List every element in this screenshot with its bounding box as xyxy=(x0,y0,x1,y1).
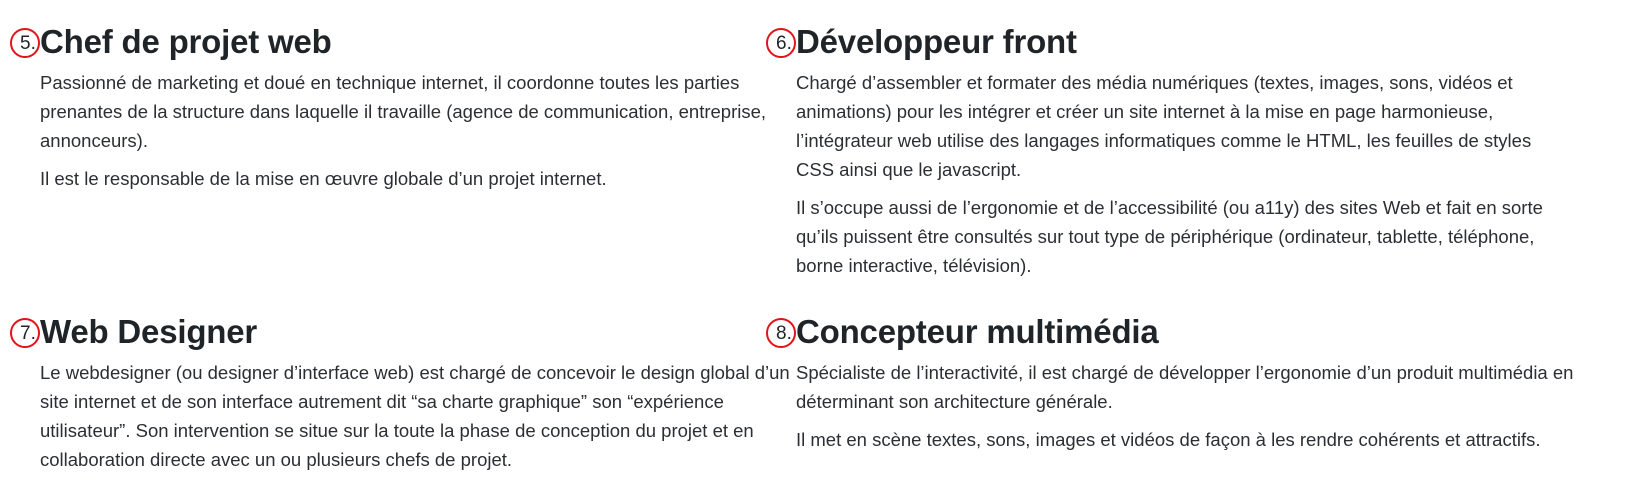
section-paragraph: Passionné de marketing et doué en techni… xyxy=(40,72,767,151)
section-heading: 8. Concepteur multimédia xyxy=(766,310,1576,358)
section-title: Web Designer xyxy=(40,313,258,350)
job-section-web-designer: 7. Web Designer Le webdesigner (ou desig… xyxy=(10,310,800,483)
job-grid: 5. Chef de projet web Passionné de marke… xyxy=(0,0,1638,501)
section-heading: 7. Web Designer xyxy=(10,310,800,358)
section-number: 8. xyxy=(776,323,792,344)
section-paragraph: Chargé d’assembler et formater des média… xyxy=(796,72,1532,180)
section-title: Développeur front xyxy=(796,23,1077,60)
section-paragraph: Le webdesigner (ou designer d’interface … xyxy=(40,362,790,470)
job-section-developpeur-front: 6. Développeur front Chargé d’assembler … xyxy=(766,20,1566,289)
section-number: 5. xyxy=(20,33,36,54)
job-section-chef-de-projet: 5. Chef de projet web Passionné de marke… xyxy=(10,20,790,202)
section-paragraph: Il met en scène textes, sons, images et … xyxy=(796,429,1541,450)
section-paragraph: Il s’occupe aussi de l’ergonomie et de l… xyxy=(796,197,1543,276)
section-title: Concepteur multimédia xyxy=(796,313,1159,350)
section-heading: 5. Chef de projet web xyxy=(10,20,790,68)
job-section-concepteur-multimedia: 8. Concepteur multimédia Spécialiste de … xyxy=(766,310,1576,463)
section-title: Chef de projet web xyxy=(40,23,332,60)
section-paragraph: Il est le responsable de la mise en œuvr… xyxy=(40,168,607,189)
section-paragraph: Spécialiste de l’interactivité, il est c… xyxy=(796,362,1574,412)
section-heading: 6. Développeur front xyxy=(766,20,1566,68)
section-number: 6. xyxy=(776,33,792,54)
section-number: 7. xyxy=(20,323,36,344)
